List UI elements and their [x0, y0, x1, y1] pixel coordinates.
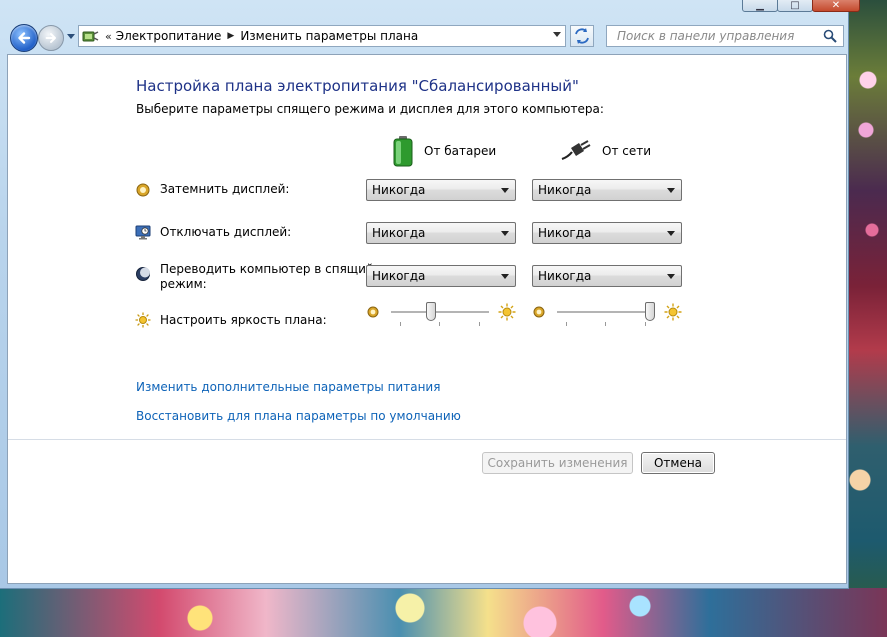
arrow-left-icon	[18, 32, 31, 44]
power-options-icon	[82, 31, 99, 42]
select-value: Никогда	[372, 269, 426, 283]
page-title: Настройка плана электропитания "Сбаланси…	[136, 77, 579, 95]
dim-display-battery-select[interactable]: Никогда	[366, 179, 516, 201]
minimize-icon: ▁	[756, 0, 764, 11]
back-button[interactable]	[10, 24, 38, 52]
chevron-down-icon	[501, 274, 509, 279]
address-bar[interactable]: « Электропитание ▶ Изменить параметры пл…	[78, 25, 566, 47]
select-value: Никогда	[372, 183, 426, 197]
breadcrumb-item-power[interactable]: Электропитание	[116, 29, 222, 43]
page-subtitle: Выберите параметры спящего режима и дисп…	[136, 102, 604, 116]
forward-button[interactable]	[38, 25, 64, 51]
content-pane: Настройка плана электропитания "Сбаланси…	[7, 54, 847, 584]
wallpaper-right	[848, 0, 887, 637]
select-value: Никогда	[372, 226, 426, 240]
row-label-sleep: Переводить компьютер в спящий режим:	[160, 262, 374, 292]
row-label-dim-display: Затемнить дисплей:	[160, 182, 290, 196]
brightness-high-icon	[498, 303, 516, 321]
navigation-bar: « Электропитание ▶ Изменить параметры пл…	[8, 22, 844, 52]
brightness-low-icon	[367, 306, 379, 318]
chevron-down-icon	[667, 274, 675, 279]
maximize-icon: □	[790, 0, 800, 11]
caption-buttons: ▁ □ ✕	[742, 0, 860, 12]
chevron-down-icon	[501, 231, 509, 236]
save-changes-button[interactable]: Сохранить изменения	[482, 452, 633, 474]
slider-track	[391, 311, 489, 314]
select-value: Никогда	[538, 269, 592, 283]
column-label-plugged: От сети	[602, 144, 652, 158]
turn-off-display-battery-select[interactable]: Никогда	[366, 222, 516, 244]
slider-tick	[566, 322, 567, 326]
brightness-plugged-slider[interactable]	[557, 302, 655, 326]
arrow-right-icon	[45, 33, 56, 43]
chevron-down-icon	[501, 188, 509, 193]
brightness-sun-icon	[135, 312, 151, 328]
breadcrumb-separator-icon[interactable]: ▶	[227, 31, 234, 41]
slider-track	[557, 311, 655, 314]
row-label-turn-off-display: Отключать дисплей:	[160, 225, 292, 239]
slider-tick	[439, 322, 440, 326]
search-box[interactable]: Поиск в панели управления	[606, 25, 844, 47]
slider-tick	[479, 322, 480, 326]
refresh-icon	[575, 28, 589, 44]
row-label-brightness: Настроить яркость плана:	[160, 313, 327, 327]
slider-tick	[605, 322, 606, 326]
sleep-plugged-select[interactable]: Никогда	[532, 265, 682, 287]
select-value: Никогда	[538, 183, 592, 197]
sleep-battery-select[interactable]: Никогда	[366, 265, 516, 287]
breadcrumb-overflow-icon[interactable]: «	[105, 30, 112, 43]
address-dropdown-icon[interactable]	[553, 32, 561, 37]
breadcrumb-item-edit-plan[interactable]: Изменить параметры плана	[240, 29, 418, 43]
close-button[interactable]: ✕	[812, 0, 860, 12]
slider-thumb[interactable]	[645, 302, 655, 321]
search-icon[interactable]	[823, 29, 837, 43]
minimize-button[interactable]: ▁	[742, 0, 778, 12]
column-header-battery: От батареи	[392, 135, 496, 167]
control-panel-window: ▁ □ ✕ « Электропитание ▶ Изменить параме…	[0, 0, 860, 589]
plug-icon	[561, 140, 591, 161]
row-label-sleep-line2: режим:	[160, 277, 207, 291]
column-header-plugged: От сети	[560, 135, 651, 167]
chevron-down-icon	[667, 188, 675, 193]
slider-tick	[645, 322, 646, 326]
select-value: Никогда	[538, 226, 592, 240]
refresh-button[interactable]	[570, 25, 594, 47]
divider	[8, 439, 846, 440]
advanced-settings-link[interactable]: Изменить дополнительные параметры питани…	[136, 380, 440, 394]
brightness-high-icon	[664, 303, 682, 321]
dim-display-plugged-select[interactable]: Никогда	[532, 179, 682, 201]
sleep-moon-icon	[136, 267, 150, 281]
cancel-button[interactable]: Отмена	[641, 452, 715, 474]
column-label-battery: От батареи	[424, 144, 497, 158]
row-label-sleep-line1: Переводить компьютер в спящий	[160, 262, 374, 276]
turn-off-display-icon	[135, 225, 151, 240]
slider-tick	[400, 322, 401, 326]
search-placeholder: Поиск в панели управления	[617, 29, 795, 43]
chevron-down-icon	[667, 231, 675, 236]
brightness-low-icon	[533, 306, 545, 318]
turn-off-display-plugged-select[interactable]: Никогда	[532, 222, 682, 244]
close-icon: ✕	[831, 0, 841, 11]
maximize-button[interactable]: □	[777, 0, 813, 12]
restore-defaults-link[interactable]: Восстановить для плана параметры по умол…	[136, 409, 461, 423]
dim-display-icon	[136, 183, 150, 197]
recent-pages-dropdown-icon[interactable]	[66, 33, 76, 41]
brightness-battery-slider[interactable]	[391, 302, 489, 326]
wallpaper-bottom	[0, 588, 887, 637]
slider-thumb[interactable]	[426, 302, 436, 321]
battery-icon	[393, 136, 413, 167]
